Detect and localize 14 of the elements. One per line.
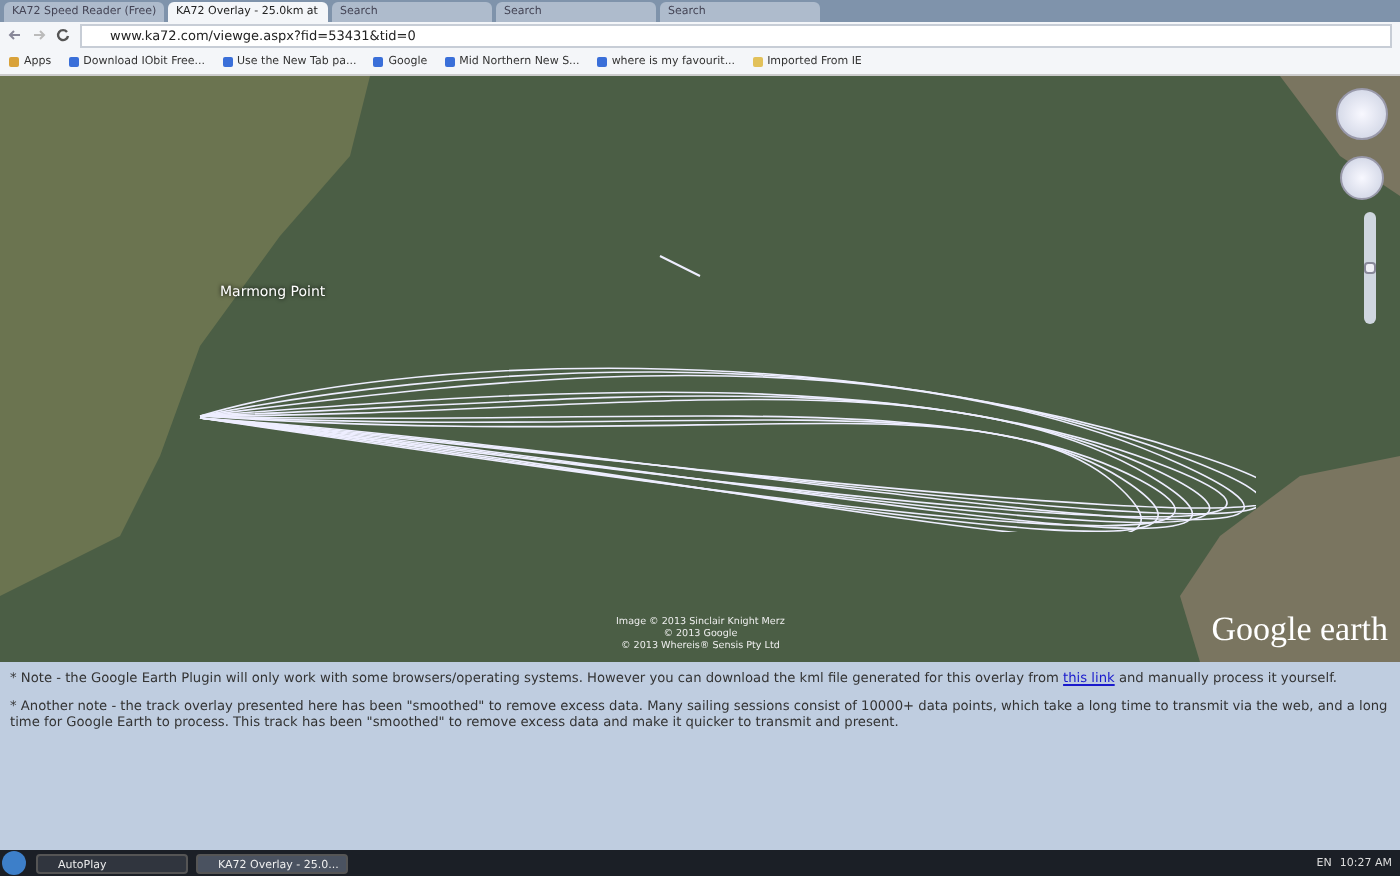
zoom-slider[interactable] <box>1364 212 1376 324</box>
zoom-slider-thumb[interactable] <box>1364 262 1376 274</box>
pan-control[interactable] <box>1340 156 1384 200</box>
page-icon <box>372 55 385 67</box>
page-icon <box>443 55 456 67</box>
apps-icon <box>8 55 20 67</box>
page-icon <box>595 55 608 67</box>
logo-text: Google earth <box>1211 610 1388 650</box>
page-icon <box>67 55 80 67</box>
page-icon <box>221 55 234 67</box>
back-arrow-icon[interactable] <box>8 28 22 42</box>
folder-icon <box>751 55 764 67</box>
start-button-icon[interactable] <box>0 850 28 876</box>
reload-icon[interactable] <box>56 28 70 42</box>
